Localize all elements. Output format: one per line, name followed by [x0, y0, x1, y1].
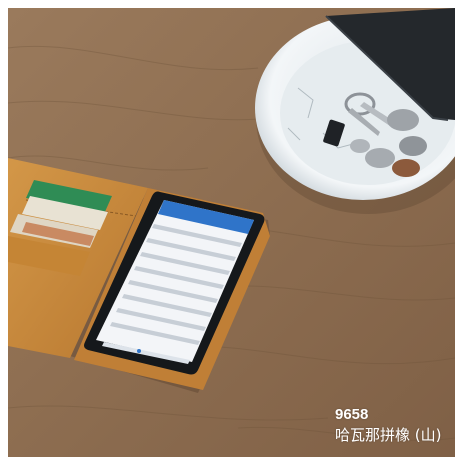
product-name: 哈瓦那拼橡 (山)	[335, 426, 442, 444]
photo-scene	[8, 8, 455, 457]
product-code: 9658	[335, 406, 369, 423]
product-photo: 9658 哈瓦那拼橡 (山)	[8, 8, 455, 457]
tab-active-dot	[137, 349, 141, 353]
product-caption: 9658 哈瓦那拼橡 (山)	[335, 406, 441, 446]
